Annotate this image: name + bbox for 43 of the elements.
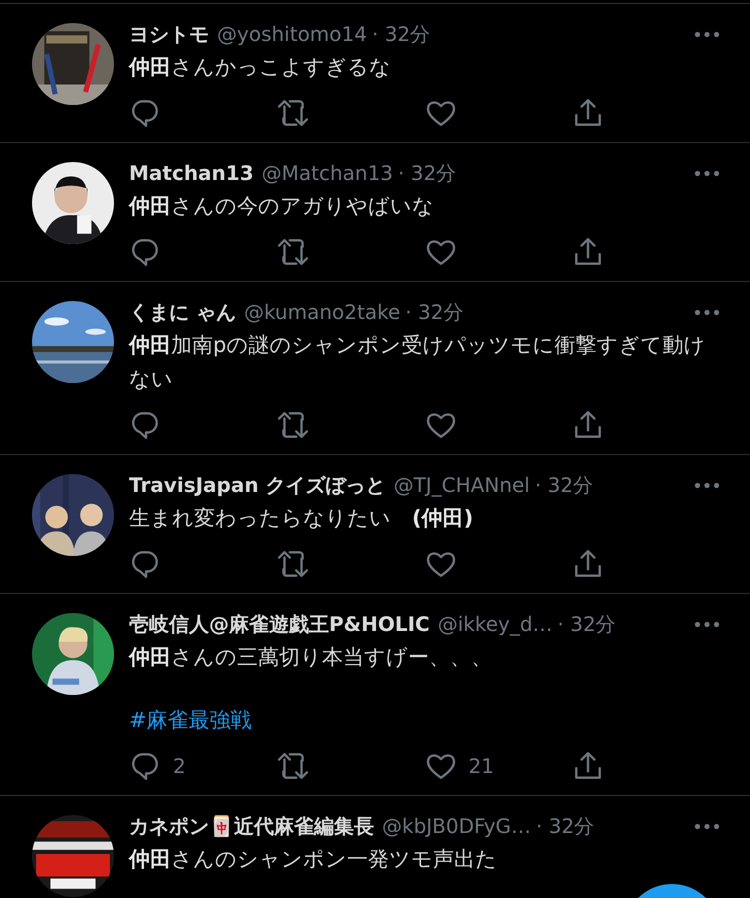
- more-icon[interactable]: [694, 482, 720, 488]
- user-name[interactable]: カネポン🀄近代麻雀編集長: [129, 812, 374, 840]
- retweet-icon[interactable]: [276, 409, 309, 441]
- user-name[interactable]: Matchan13: [129, 161, 254, 185]
- user-handle: @kumano2take: [244, 300, 400, 324]
- reply-icon[interactable]: [129, 409, 161, 441]
- retweet-icon[interactable]: [276, 236, 309, 268]
- tweet-text: 仲田さんのシャンポン一発ツモ声出た: [129, 846, 498, 873]
- user-name[interactable]: 壱岐信人@麻雀遊戯王P&HOLIC: [129, 610, 430, 638]
- post-time: · 32分: [372, 20, 430, 48]
- user-handle: @TJ_CHANnel: [394, 473, 530, 497]
- tweet-text: 生まれ変わったらなりたい (仲田): [129, 505, 474, 532]
- retweet-icon[interactable]: [276, 750, 309, 782]
- post-time: · 32分: [405, 298, 464, 326]
- post-time: · 32分: [536, 812, 594, 840]
- more-icon[interactable]: [694, 822, 720, 830]
- more-icon[interactable]: [694, 620, 720, 628]
- retweet-icon[interactable]: [276, 97, 309, 129]
- post-time: · 32分: [398, 160, 456, 186]
- user-name[interactable]: ヨシトモ: [129, 20, 209, 48]
- tweet-text: 仲田加南pの謎のシャンポン受けパッツモに衝撃すぎて動けない: [129, 332, 706, 393]
- user-handle: @kbJB0DFyG…: [382, 814, 532, 838]
- retweet-icon[interactable]: [276, 548, 309, 580]
- reply-count: 2: [173, 754, 186, 778]
- user-handle: @yoshitomo14: [217, 22, 367, 46]
- tweet-text: 仲田さんの今のアガりやばいな: [129, 193, 435, 220]
- tweet-text: 仲田さんの三萬切り本当すげー、、、: [129, 644, 493, 671]
- user-name[interactable]: TravisJapan クイズぼっと: [129, 472, 386, 498]
- reply-icon[interactable]: [129, 548, 161, 580]
- reply-icon[interactable]: [129, 236, 161, 268]
- user-handle: @ikkey_d…: [438, 612, 553, 636]
- more-icon[interactable]: [694, 308, 720, 316]
- post-time: · 32分: [558, 610, 616, 638]
- tweet-text: 仲田さんかっこよすぎるな: [129, 54, 392, 81]
- reply-icon[interactable]: [129, 750, 161, 782]
- user-handle: @Matchan13: [262, 161, 394, 185]
- user-name[interactable]: くまに ゃん: [129, 298, 236, 326]
- more-icon[interactable]: [694, 170, 720, 176]
- post-time: · 32分: [534, 472, 594, 498]
- like-count: 21: [468, 754, 494, 778]
- more-icon[interactable]: [694, 30, 720, 38]
- hashtag-link[interactable]: #麻雀最強戦: [129, 703, 252, 737]
- reply-icon[interactable]: [129, 97, 161, 129]
